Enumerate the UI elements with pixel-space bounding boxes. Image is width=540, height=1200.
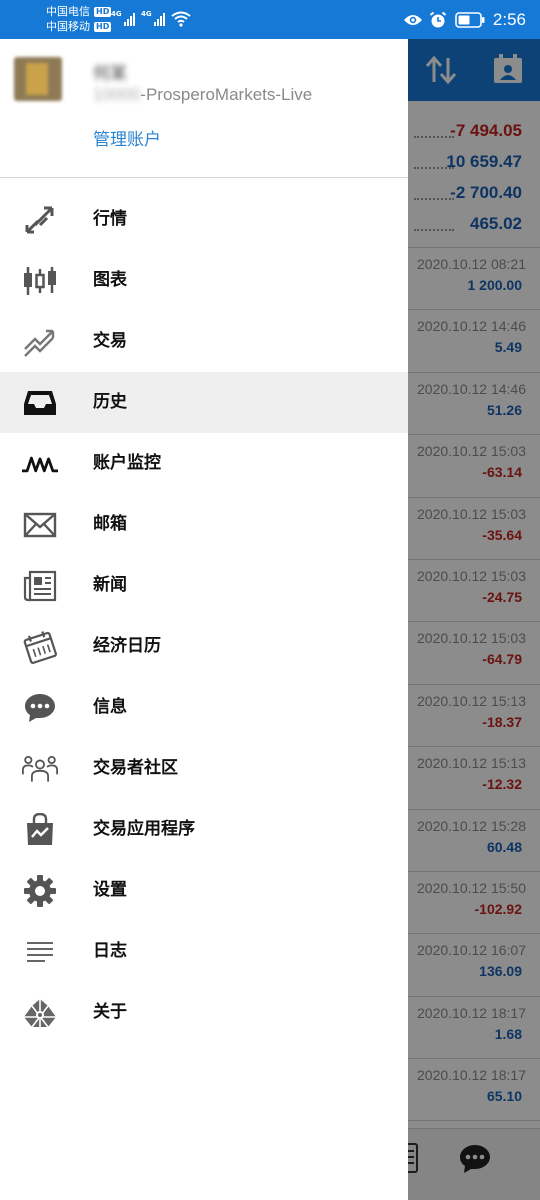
alarm-icon [429,11,447,27]
menu-item-label: 账户监控 [93,453,161,473]
menu-item-trading-apps[interactable]: 交易应用程序 [0,799,408,860]
carrier-2-label: 中国移动 [46,20,90,33]
menu-item-label: 经济日历 [93,636,161,656]
account-avatar [14,57,62,101]
carrier-1-label: 中国电信 [46,5,90,18]
menu-item-mailbox[interactable]: 邮箱 [0,494,408,555]
economic-calendar-icon [22,630,58,664]
menu-item-label: 行情 [93,209,127,229]
news-icon [22,569,58,603]
about-logo-icon [22,996,58,1030]
navigation-drawer: 何某 10000-ProsperoMarkets-Live 管理账户 行情 图表… [0,39,408,1200]
hd-badge: HD [94,6,112,17]
eye-icon [403,14,422,25]
account-name: 何某 [93,64,127,84]
menu-item-charts[interactable]: 图表 [0,250,408,311]
menu-item-history[interactable]: 历史 [0,372,408,433]
account-monitor-icon [22,447,58,481]
wifi-icon [171,11,191,27]
menu-item-label: 关于 [93,1002,127,1022]
menu-item-account-monitor[interactable]: 账户监控 [0,433,408,494]
status-time: 2:56 [492,9,526,29]
manage-accounts-link[interactable]: 管理账户 [93,125,161,150]
menu-item-trade[interactable]: 交易 [0,311,408,372]
account-server: 10000-ProsperoMarkets-Live [93,85,312,105]
drawer-menu: 行情 图表 交易 历史 账户监控 邮箱 新闻 经济日历 信息 交易者社区 交易应… [0,178,408,1043]
chat-bubble-icon [22,691,58,725]
menu-item-economic-calendar[interactable]: 经济日历 [0,616,408,677]
menu-item-settings[interactable]: 设置 [0,860,408,921]
menu-item-label: 邮箱 [93,514,127,534]
signal-2-icon: 4G [141,10,165,26]
status-right-group: 2:56 [403,0,540,39]
menu-item-news[interactable]: 新闻 [0,555,408,616]
account-number: 10000 [93,85,141,104]
menu-item-label: 信息 [93,697,127,717]
menu-item-label: 图表 [93,270,127,290]
hd-badge: HD [94,21,112,32]
trade-trend-icon [22,325,58,359]
menu-item-label: 历史 [93,392,127,412]
menu-item-quotes[interactable]: 行情 [0,189,408,250]
signal-1-icon: 4G [111,10,135,26]
gear-icon [22,874,58,908]
menu-item-label: 交易应用程序 [93,819,195,839]
menu-item-label: 日志 [93,941,127,961]
battery-icon [455,11,485,28]
mail-envelope-icon [22,508,58,542]
menu-item-journal[interactable]: 日志 [0,921,408,982]
menu-item-label: 新闻 [93,575,127,595]
history-inbox-icon [22,386,58,420]
status-bar: 中国电信 HD 中国移动 HD 4G 4G 2:56 [0,0,540,39]
menu-item-traders-community[interactable]: 交易者社区 [0,738,408,799]
market-bag-icon [22,813,58,847]
menu-item-label: 交易 [93,331,127,351]
menu-item-about[interactable]: 关于 [0,982,408,1043]
server-name: -ProsperoMarkets-Live [140,85,313,104]
menu-item-messages[interactable]: 信息 [0,677,408,738]
network-type-label: 4G [141,10,152,18]
carrier-info: 中国电信 HD 中国移动 HD [46,4,112,34]
drawer-scrim[interactable] [408,39,540,1200]
account-header[interactable]: 何某 10000-ProsperoMarkets-Live 管理账户 [0,39,408,178]
network-type-label: 4G [111,10,122,18]
quotes-arrows-icon [22,203,58,237]
community-people-icon [22,752,58,786]
menu-item-label: 交易者社区 [93,758,178,778]
journal-lines-icon [22,935,58,969]
menu-item-label: 设置 [93,880,127,900]
candlestick-chart-icon [22,264,58,298]
